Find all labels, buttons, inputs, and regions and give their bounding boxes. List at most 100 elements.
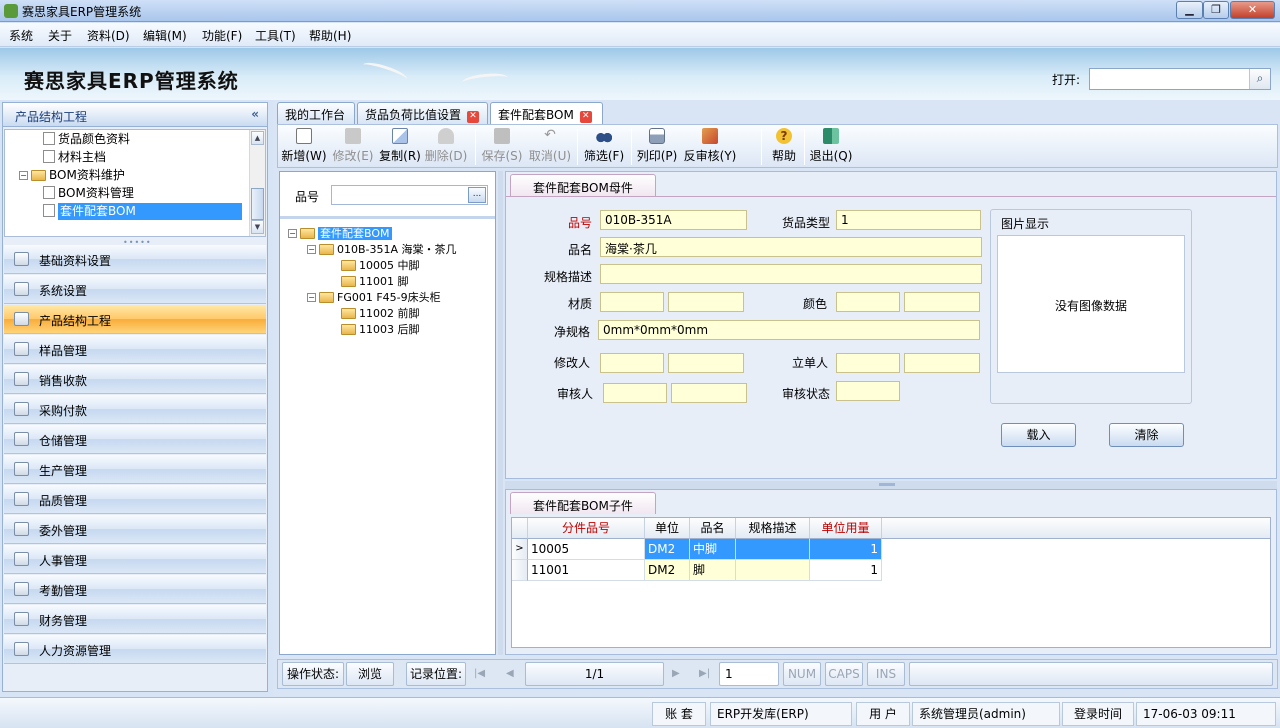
unaudit-button[interactable]: 反审核(Y) bbox=[683, 127, 737, 167]
prev-record-icon[interactable]: ◀ bbox=[506, 668, 514, 679]
table-cell[interactable]: 11001 bbox=[528, 560, 645, 581]
nav-13[interactable]: 财务管理 bbox=[4, 605, 266, 634]
nav-14[interactable]: 人力资源管理 bbox=[4, 635, 266, 664]
color-field-b[interactable] bbox=[904, 292, 980, 312]
row-marker[interactable]: > bbox=[512, 539, 528, 560]
name-field[interactable]: 海棠·茶几 bbox=[600, 237, 982, 257]
tree-folder[interactable]: − BOM资料维护 bbox=[19, 167, 125, 184]
menu-system[interactable]: 系统 bbox=[9, 27, 33, 44]
table-cell[interactable]: 1 bbox=[810, 539, 882, 560]
print-button[interactable]: 列印(P) bbox=[635, 127, 679, 167]
tree-scrollbar[interactable]: ▲ ▼ bbox=[249, 130, 265, 236]
column-header[interactable]: 单位用量 bbox=[810, 518, 882, 539]
material-field-a[interactable] bbox=[600, 292, 664, 312]
table-cell[interactable]: 脚 bbox=[690, 560, 736, 581]
tree-item[interactable]: 材料主档 bbox=[43, 149, 106, 166]
menu-about[interactable]: 关于 bbox=[48, 27, 72, 44]
table-cell[interactable]: DM2 bbox=[645, 560, 690, 581]
tab-workbench[interactable]: 我的工作台 bbox=[277, 102, 355, 124]
table-cell[interactable]: DM2 bbox=[645, 539, 690, 560]
tree-item[interactable]: 货品颜色资料 bbox=[43, 131, 130, 148]
maximize-button[interactable]: ❐ bbox=[1203, 1, 1229, 19]
menu-edit[interactable]: 编辑(M) bbox=[143, 27, 187, 44]
search-icon[interactable]: ⌕ bbox=[1249, 69, 1270, 89]
menu-tools[interactable]: 工具(T) bbox=[255, 27, 296, 44]
spec-field[interactable] bbox=[600, 264, 982, 284]
collapse-toggle-icon[interactable]: − bbox=[19, 171, 28, 180]
modifier-field-a[interactable] bbox=[600, 353, 664, 373]
tree-item[interactable]: 11003 后脚 bbox=[341, 321, 420, 338]
tree-folder[interactable]: − FG001 F45-9床头柜 bbox=[307, 289, 441, 306]
edit-button[interactable]: 修改(E) bbox=[331, 127, 375, 167]
menu-function[interactable]: 功能(F) bbox=[202, 27, 242, 44]
nav-9[interactable]: 品质管理 bbox=[4, 485, 266, 514]
nav-5[interactable]: 销售收款 bbox=[4, 365, 266, 394]
column-header[interactable]: 品名 bbox=[690, 518, 736, 539]
nav-8[interactable]: 生产管理 bbox=[4, 455, 266, 484]
new-button[interactable]: 新增(W) bbox=[281, 127, 327, 167]
close-tab-icon[interactable]: ✕ bbox=[467, 111, 480, 123]
tree-folder[interactable]: −010B-351A 海棠・茶几 bbox=[307, 241, 457, 258]
scroll-thumb[interactable] bbox=[251, 188, 264, 220]
nav-1[interactable]: 基础资料设置 bbox=[4, 245, 266, 274]
table-cell[interactable] bbox=[736, 539, 810, 560]
menu-data[interactable]: 资料(D) bbox=[87, 27, 130, 44]
nav-11[interactable]: 人事管理 bbox=[4, 545, 266, 574]
nav-2[interactable]: 系统设置 bbox=[4, 275, 266, 304]
first-record-icon[interactable]: |◀ bbox=[474, 668, 485, 679]
vertical-splitter[interactable] bbox=[498, 171, 503, 655]
parent-tab[interactable]: 套件配套BOM母件 bbox=[510, 174, 656, 196]
pinhao-field[interactable]: 010B-351A bbox=[600, 210, 747, 230]
scroll-up-icon[interactable]: ▲ bbox=[251, 131, 264, 145]
tab-kit-bom[interactable]: 套件配套BOM ✕ bbox=[490, 102, 603, 125]
tree-item[interactable]: BOM资料管理 bbox=[43, 185, 134, 202]
nav-7[interactable]: 仓储管理 bbox=[4, 425, 266, 454]
scroll-down-icon[interactable]: ▼ bbox=[251, 220, 264, 234]
nav-4[interactable]: 样品管理 bbox=[4, 335, 266, 364]
creator-field-b[interactable] bbox=[904, 353, 980, 373]
collapse-toggle-icon[interactable]: − bbox=[307, 293, 316, 302]
column-header[interactable]: 分件品号 bbox=[528, 518, 645, 539]
collapse-toggle-icon[interactable]: − bbox=[307, 245, 316, 254]
horizontal-splitter[interactable] bbox=[505, 481, 1277, 489]
cancel-button[interactable]: ↶ 取消(U) bbox=[527, 127, 573, 167]
collapse-icon[interactable]: « bbox=[251, 107, 259, 121]
tab-load-ratio[interactable]: 货品负荷比值设置 ✕ bbox=[357, 102, 488, 124]
table-cell[interactable]: 中脚 bbox=[690, 539, 736, 560]
table-cell[interactable] bbox=[736, 560, 810, 581]
tree-item-selected[interactable]: 套件配套BOM bbox=[43, 203, 242, 220]
nav-6[interactable]: 采购付款 bbox=[4, 395, 266, 424]
copy-button[interactable]: 复制(R) bbox=[378, 127, 422, 167]
column-header[interactable]: 规格描述 bbox=[736, 518, 810, 539]
collapse-toggle-icon[interactable]: − bbox=[288, 229, 297, 238]
close-button[interactable]: ✕ bbox=[1230, 1, 1275, 19]
color-field-a[interactable] bbox=[836, 292, 900, 312]
browse-icon[interactable]: ... bbox=[468, 187, 486, 203]
last-record-icon[interactable]: ▶| bbox=[699, 668, 710, 679]
close-tab-icon[interactable]: ✕ bbox=[579, 111, 592, 123]
type-field[interactable]: 1 bbox=[836, 210, 981, 230]
help-button[interactable]: ? 帮助 bbox=[767, 127, 801, 167]
splitter-grip[interactable] bbox=[879, 483, 895, 486]
table-cell[interactable]: 10005 bbox=[528, 539, 645, 560]
delete-button[interactable]: 删除(D) bbox=[423, 127, 469, 167]
search-input[interactable]: ... bbox=[331, 185, 488, 205]
filter-button[interactable]: 筛选(F) bbox=[581, 127, 627, 167]
auditor-field-b[interactable] bbox=[671, 383, 747, 403]
tree-item[interactable]: 11002 前脚 bbox=[341, 305, 420, 322]
minimize-button[interactable]: ▁ bbox=[1176, 1, 1203, 19]
row-marker[interactable] bbox=[512, 560, 528, 581]
load-button[interactable]: 载入 bbox=[1001, 423, 1076, 447]
net-spec-field[interactable]: 0mm*0mm*0mm bbox=[598, 320, 980, 340]
nav-12[interactable]: 考勤管理 bbox=[4, 575, 266, 604]
creator-field-a[interactable] bbox=[836, 353, 900, 373]
modifier-field-b[interactable] bbox=[668, 353, 744, 373]
auditor-field-a[interactable] bbox=[603, 383, 667, 403]
material-field-b[interactable] bbox=[668, 292, 744, 312]
table-cell[interactable]: 1 bbox=[810, 560, 882, 581]
menu-help[interactable]: 帮助(H) bbox=[309, 27, 351, 44]
exit-button[interactable]: 退出(Q) bbox=[808, 127, 854, 167]
tree-root[interactable]: − 套件配套BOM bbox=[288, 225, 392, 242]
next-record-icon[interactable]: ▶ bbox=[672, 668, 680, 679]
audit-status-field[interactable] bbox=[836, 381, 900, 401]
